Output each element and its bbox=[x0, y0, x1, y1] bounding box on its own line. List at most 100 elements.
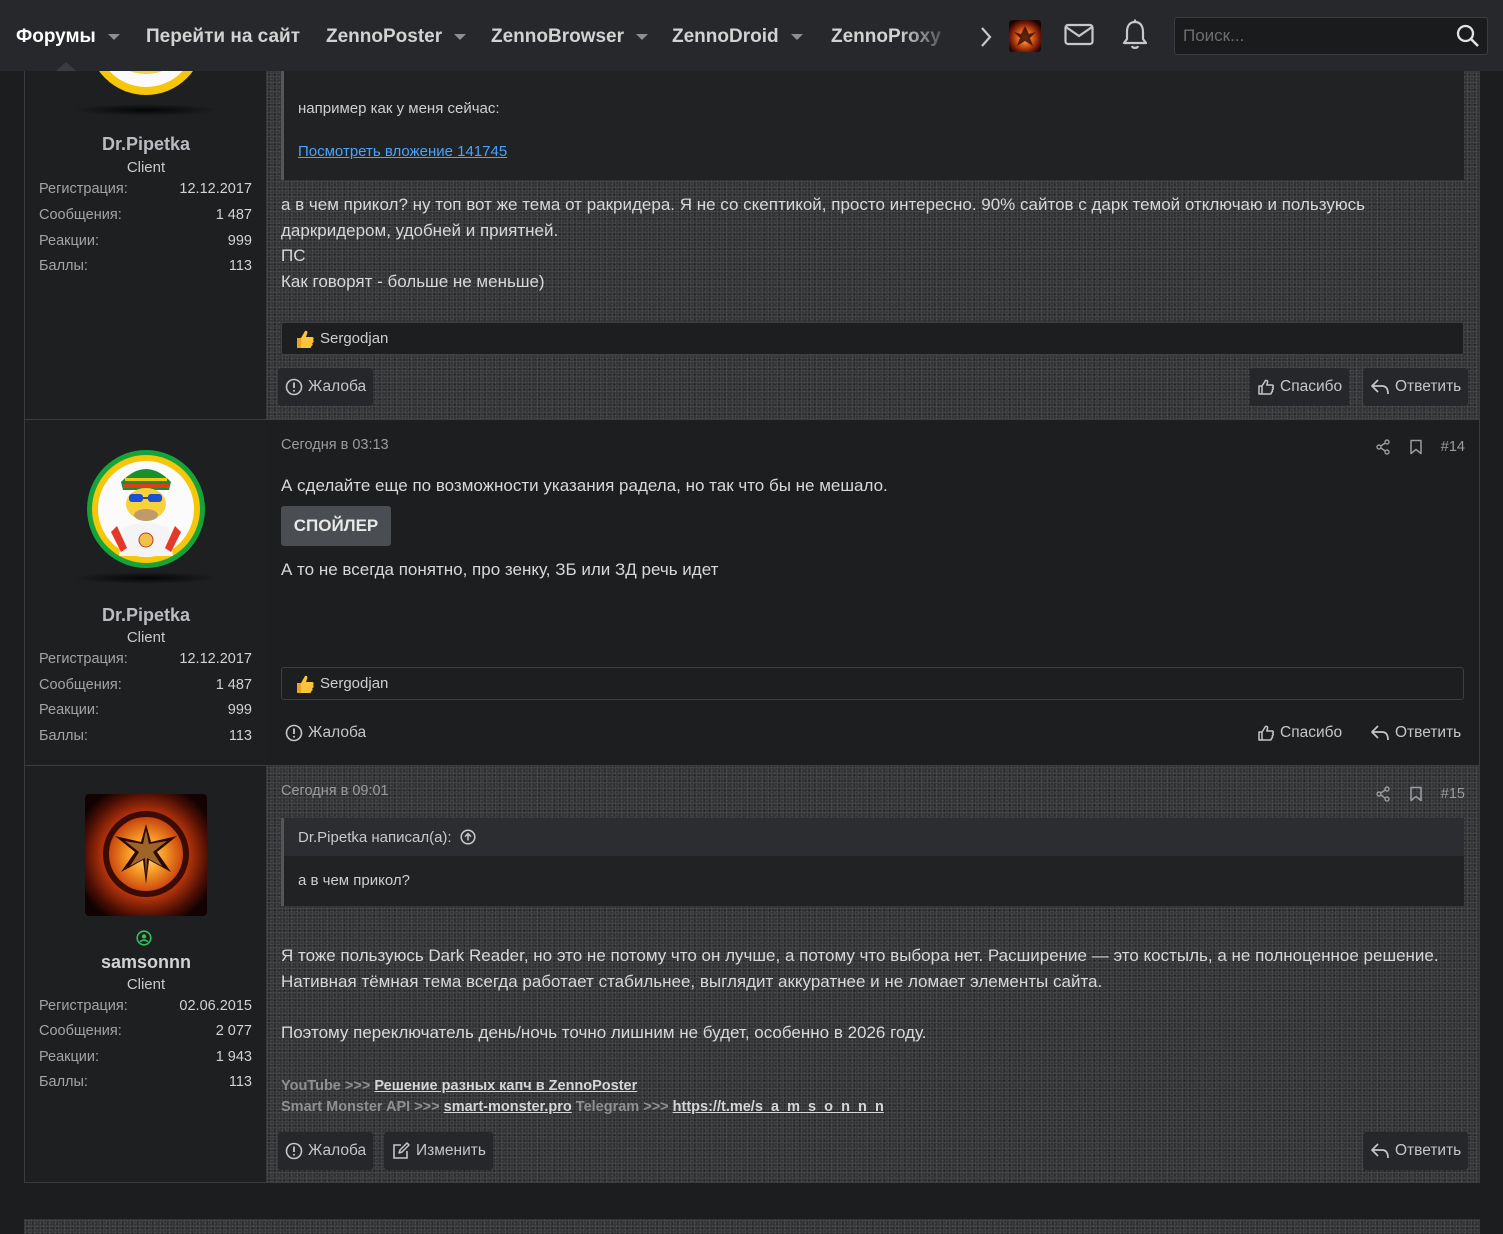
stat-value: 1 487 bbox=[215, 677, 252, 693]
user-avatar-icon[interactable] bbox=[1009, 20, 1041, 52]
stat-value: 2 077 bbox=[215, 1023, 252, 1039]
chevron-down-icon[interactable] bbox=[454, 34, 467, 40]
stat-row: Регистрация: 02.06.2015 bbox=[39, 998, 252, 1018]
post-number[interactable]: #15 bbox=[1441, 786, 1465, 802]
avatar[interactable] bbox=[85, 448, 207, 570]
reply-icon bbox=[1371, 725, 1389, 741]
stat-label: Сообщения: bbox=[39, 677, 122, 693]
nav-fade-overlay bbox=[900, 16, 970, 60]
stat-value: 12.12.2017 bbox=[179, 181, 252, 197]
post-tools: #14 bbox=[1375, 439, 1465, 455]
stat-label: Баллы: bbox=[39, 258, 88, 274]
stat-row: Регистрация: 12.12.2017 bbox=[39, 181, 252, 201]
avatar[interactable] bbox=[85, 794, 207, 916]
share-icon[interactable] bbox=[1375, 786, 1391, 802]
report-button[interactable]: Жалоба bbox=[278, 1132, 374, 1170]
nav-zennobrowser[interactable]: ZennoBrowser bbox=[491, 24, 649, 50]
avatar-shadow bbox=[73, 572, 219, 584]
post-date[interactable]: Сегодня в 03:13 bbox=[281, 437, 389, 453]
quote-header[interactable]: Dr.Pipetka написал(а): bbox=[284, 818, 1464, 856]
search-button[interactable] bbox=[1449, 18, 1487, 54]
nav-zennoposter[interactable]: ZennoPoster bbox=[326, 24, 467, 50]
stat-value: 113 bbox=[228, 728, 252, 744]
thanks-label: Спасибо bbox=[1280, 724, 1343, 741]
report-button[interactable]: Жалоба bbox=[278, 368, 374, 406]
post-paragraph: ПС bbox=[281, 246, 306, 265]
homer-avatar-icon bbox=[87, 450, 205, 568]
thanks-button[interactable]: Спасибо bbox=[1250, 714, 1349, 752]
signature: YouTube >>> Решение разных капч в ZennoP… bbox=[281, 1076, 884, 1118]
youtube-link[interactable]: Решение разных капч в ZennoPoster bbox=[374, 1078, 637, 1094]
top-navbar: Форумы Перейти на сайт ZennoPoster Zenno… bbox=[0, 0, 1503, 71]
reply-button[interactable]: Ответить bbox=[1363, 368, 1469, 406]
nav-go-to-site[interactable]: Перейти на сайт bbox=[146, 24, 300, 50]
reply-label: Ответить bbox=[1395, 378, 1462, 395]
sig-prefix: YouTube >>> bbox=[281, 1078, 375, 1094]
user-title: Client bbox=[126, 629, 166, 646]
edit-icon bbox=[393, 1142, 410, 1159]
post-user-panel: samsonnn Client Регистрация: 02.06.2015 С… bbox=[24, 766, 266, 1183]
nav-zennoposter-label: ZennoPoster bbox=[326, 26, 443, 47]
reaction-user[interactable]: Sergodjan bbox=[320, 330, 388, 347]
username[interactable]: samsonnn bbox=[25, 952, 267, 973]
edit-button[interactable]: Изменить bbox=[384, 1132, 493, 1170]
stat-value: 12.12.2017 bbox=[179, 651, 252, 667]
stat-label: Реакции: bbox=[39, 1049, 100, 1065]
edit-label: Изменить bbox=[416, 1142, 486, 1159]
spoiler-button[interactable]: СПОЙЛЕР bbox=[281, 506, 391, 546]
bell-icon[interactable] bbox=[1120, 18, 1150, 52]
nav-forums[interactable]: Форумы bbox=[16, 24, 120, 50]
stat-row: Регистрация: 12.12.2017 bbox=[39, 651, 252, 671]
reply-button[interactable]: Ответить bbox=[1363, 1132, 1469, 1170]
bookmark-icon[interactable] bbox=[1409, 786, 1423, 802]
share-icon[interactable] bbox=[1375, 439, 1391, 455]
stat-label: Баллы: bbox=[39, 728, 88, 744]
stat-label: Баллы: bbox=[39, 1074, 88, 1090]
quote-block: Dr.Pipetka написал(а): а в чем прикол? bbox=[281, 818, 1464, 906]
reactions-bar[interactable]: Sergodjan bbox=[281, 322, 1464, 355]
api-link[interactable]: smart-monster.pro bbox=[444, 1099, 572, 1115]
telegram-link[interactable]: https://t.me/s_a_m_s_o_n_n_n bbox=[673, 1099, 884, 1115]
user-title: Client bbox=[126, 159, 166, 176]
bookmark-icon[interactable] bbox=[1409, 439, 1423, 455]
attachment-link[interactable]: Посмотреть вложение 141745 bbox=[298, 143, 507, 160]
stat-row: Реакции: 1 943 bbox=[39, 1049, 252, 1069]
post-paragraph: Как говорят - больше не меньше) bbox=[281, 271, 545, 291]
stat-label: Регистрация: bbox=[39, 998, 128, 1014]
mail-icon[interactable] bbox=[1063, 21, 1095, 49]
report-label: Жалоба bbox=[308, 724, 367, 741]
post-number[interactable]: #14 bbox=[1441, 439, 1465, 455]
stat-row: Реакции: 999 bbox=[39, 233, 252, 253]
chevron-down-icon[interactable] bbox=[636, 34, 649, 40]
post-text: А сделайте еще по возможности указания р… bbox=[281, 476, 888, 495]
reply-button[interactable]: Ответить bbox=[1363, 714, 1468, 752]
post-tools: #15 bbox=[1375, 786, 1465, 802]
search-input[interactable] bbox=[1175, 18, 1445, 54]
report-label: Жалоба bbox=[308, 1142, 367, 1159]
like-icon bbox=[1258, 379, 1274, 395]
stat-label: Сообщения: bbox=[39, 1023, 122, 1039]
online-status-icon bbox=[136, 930, 152, 946]
post-text: А то не всегда понятно, про зенку, ЗБ ил… bbox=[281, 560, 719, 579]
user-title: Client bbox=[126, 976, 166, 993]
reactions-bar[interactable]: Sergodjan bbox=[281, 667, 1464, 700]
reaction-user[interactable]: Sergodjan bbox=[320, 675, 388, 692]
chevron-down-icon[interactable] bbox=[107, 34, 120, 40]
alert-circle-icon bbox=[285, 724, 303, 742]
stat-row: Реакции: 999 bbox=[39, 702, 252, 722]
chevron-down-icon[interactable] bbox=[790, 34, 803, 40]
stat-value: 113 bbox=[228, 258, 252, 274]
post-date[interactable]: Сегодня в 09:01 bbox=[281, 783, 389, 799]
thanks-button[interactable]: Спасибо bbox=[1250, 368, 1350, 406]
stat-row: Баллы: 113 bbox=[39, 728, 252, 748]
username[interactable]: Dr.Pipetka bbox=[25, 605, 267, 626]
alert-circle-icon bbox=[285, 1142, 303, 1160]
nav-zennodroid[interactable]: ZennoDroid bbox=[672, 24, 803, 50]
stat-row: Баллы: 113 bbox=[39, 1074, 252, 1094]
search-box bbox=[1174, 17, 1488, 55]
username[interactable]: Dr.Pipetka bbox=[25, 134, 267, 155]
chevron-right-icon[interactable] bbox=[976, 24, 996, 50]
stat-value: 1 487 bbox=[215, 207, 252, 223]
arrow-up-circle-icon[interactable] bbox=[460, 829, 476, 845]
report-button[interactable]: Жалоба bbox=[278, 714, 373, 752]
